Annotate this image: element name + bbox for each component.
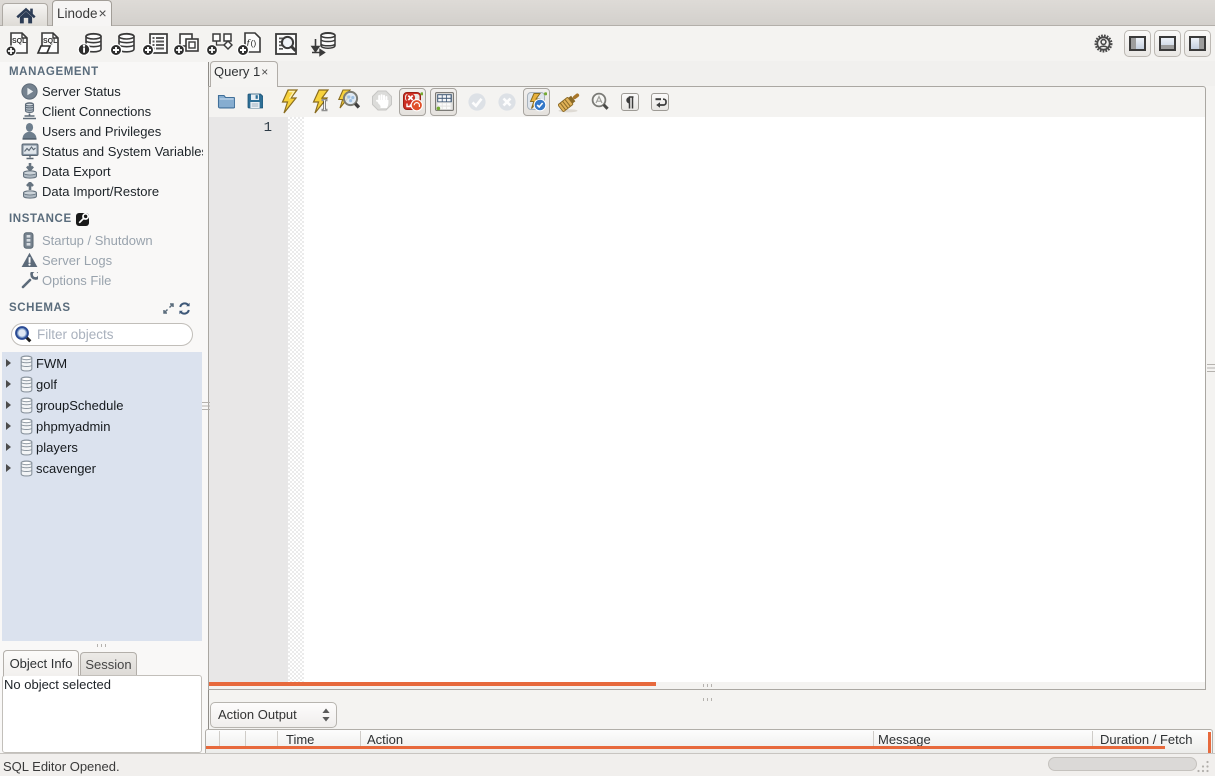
svg-text:SQL: SQL: [12, 38, 27, 45]
svg-text:(): (): [251, 38, 257, 48]
svg-text:SQL: SQL: [43, 38, 58, 45]
